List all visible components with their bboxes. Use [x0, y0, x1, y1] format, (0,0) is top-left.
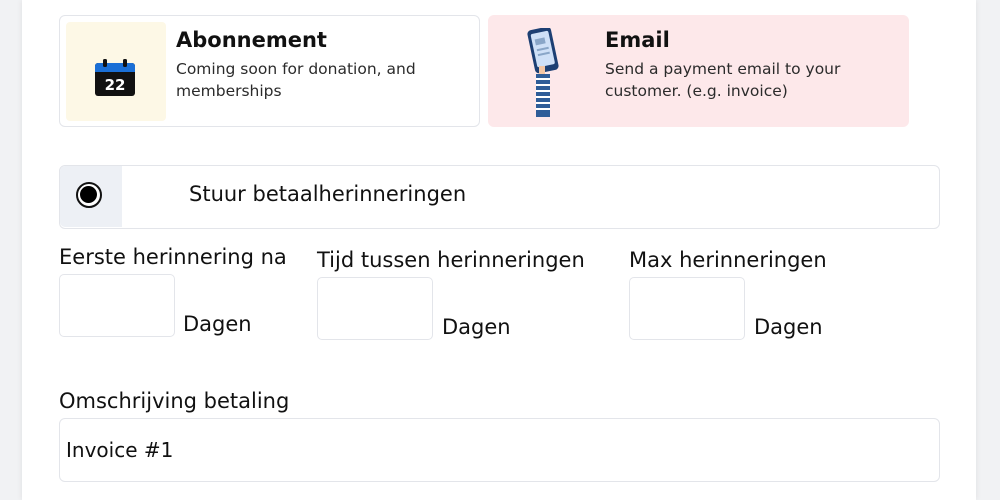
payment-description-input[interactable]	[59, 418, 940, 482]
email-card[interactable]: Email Send a payment email to your custo…	[488, 15, 909, 127]
abonnement-card[interactable]: 22 Abonnement Coming soon for donation, …	[59, 15, 480, 127]
max-reminders-input[interactable]	[629, 277, 745, 340]
email-title: Email	[605, 28, 670, 52]
radio-selected-dot	[80, 186, 97, 203]
abonnement-description: Coming soon for donation, and membership…	[176, 60, 416, 100]
payment-reminders-toggle[interactable]: Stuur betaalherinneringen	[59, 165, 940, 229]
first-reminder-label: Eerste herinnering na	[59, 245, 287, 269]
abonnement-title: Abonnement	[176, 28, 327, 52]
calendar-icon: 22	[95, 59, 135, 96]
first-reminder-input[interactable]	[59, 274, 175, 337]
reminders-radio[interactable]	[76, 182, 102, 208]
max-reminders-unit: Dagen	[754, 315, 823, 339]
email-description: Send a payment email to your customer. (…	[605, 60, 841, 100]
max-reminders-label: Max herinneringen	[629, 248, 827, 272]
reminder-interval-unit: Dagen	[442, 315, 511, 339]
radio-container	[60, 166, 122, 227]
first-reminder-unit: Dagen	[183, 312, 252, 336]
calendar-day: 22	[105, 76, 126, 94]
phone-payment-icon	[527, 28, 559, 117]
reminder-interval-input[interactable]	[317, 277, 433, 340]
payment-description-label: Omschrijving betaling	[59, 389, 290, 413]
reminders-toggle-label: Stuur betaalherinneringen	[189, 182, 467, 206]
reminder-interval-label: Tijd tussen herinneringen	[317, 248, 585, 272]
abonnement-icon-box: 22	[66, 22, 166, 121]
